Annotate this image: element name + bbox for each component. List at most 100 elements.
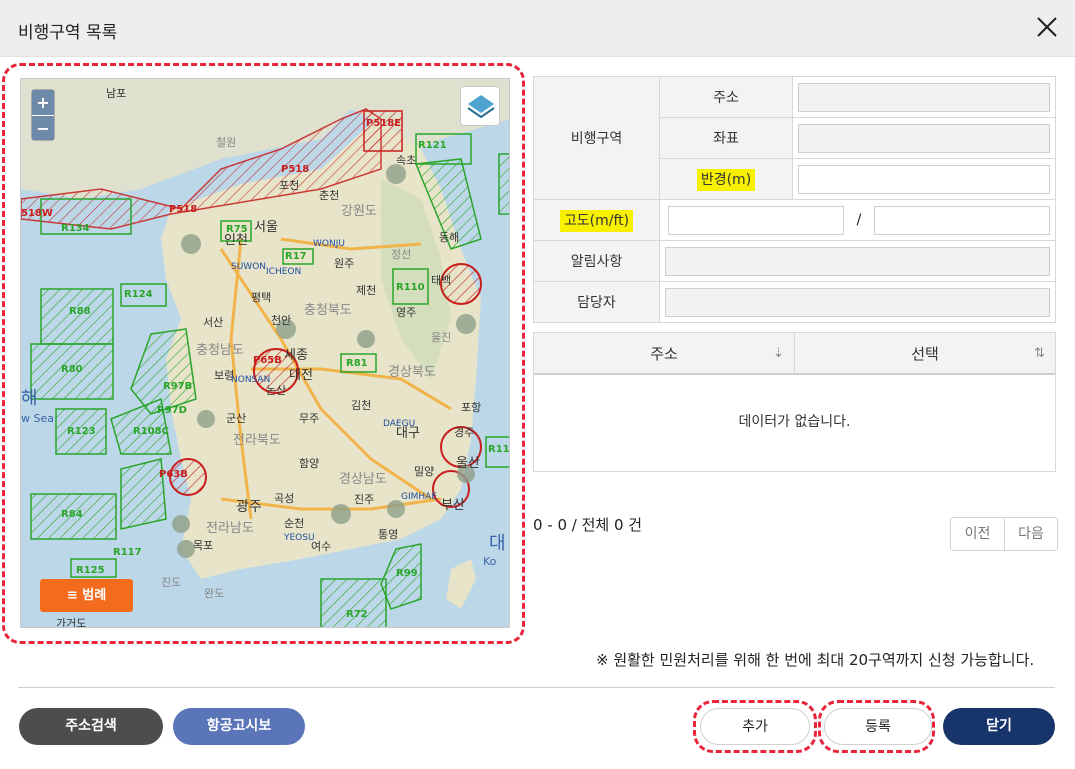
altitude-label: 고도(m/ft) (559, 210, 634, 232)
next-page-button[interactable]: 다음 (1004, 518, 1057, 550)
svg-text:인천: 인천 (224, 233, 248, 248)
svg-text:곡성: 곡성 (274, 492, 294, 505)
svg-text:경주: 경주 (454, 426, 474, 439)
column-select[interactable]: 선택 ⇅ (794, 333, 1055, 373)
zone-p518e (363, 110, 403, 152)
svg-text:R81: R81 (346, 358, 368, 369)
flight-zone-modal: 비행구역 목록 P518E R121 P518 P518 518W R134 R… (0, 0, 1075, 769)
svg-text:함양: 함양 (299, 457, 319, 470)
svg-text:R124: R124 (124, 289, 153, 300)
svg-text:P63B: P63B (159, 469, 188, 480)
register-button[interactable]: 등록 (824, 708, 932, 745)
svg-text:Ko: Ko (483, 555, 497, 568)
svg-text:R11: R11 (488, 444, 510, 455)
zoom-in-button[interactable]: + (32, 90, 54, 115)
svg-text:천안: 천안 (271, 313, 291, 327)
radius-field[interactable] (798, 164, 1050, 194)
svg-text:가거도: 가거도 (56, 617, 86, 628)
aero-notice-button[interactable]: 항공고시보 (173, 708, 305, 745)
svg-text:NONSAN: NONSAN (231, 375, 270, 385)
svg-text:해: 해 (21, 388, 38, 409)
svg-text:순천: 순천 (284, 516, 304, 530)
svg-text:원주: 원주 (334, 257, 354, 270)
svg-text:강원도: 강원도 (341, 204, 377, 219)
close-button[interactable]: 닫기 (943, 708, 1055, 745)
svg-text:군산: 군산 (226, 412, 246, 425)
svg-text:R88: R88 (69, 306, 91, 317)
svg-text:R125: R125 (76, 565, 105, 576)
flight-zone-map[interactable]: P518E R121 P518 P518 518W R134 R75 R17 R… (20, 78, 510, 628)
svg-text:포천: 포천 (279, 178, 299, 192)
zone-form: 비행구역 주소 좌표 반경(m) 고도(m/ft) / 알림사항 담당자 (533, 76, 1056, 323)
add-button[interactable]: 추가 (700, 708, 810, 745)
svg-text:P518E: P518E (366, 118, 401, 129)
prev-page-button[interactable]: 이전 (951, 518, 1004, 550)
svg-text:태백: 태백 (431, 274, 451, 287)
svg-text:충청남도: 충청남도 (196, 343, 244, 358)
svg-text:충청북도: 충청북도 (304, 303, 352, 318)
svg-text:518W: 518W (21, 208, 53, 219)
coord-field[interactable] (798, 123, 1050, 153)
sort-desc-icon[interactable]: ⇣ (773, 333, 784, 375)
result-table: 주소 ⇣ 선택 ⇅ 데이터가 없습니다. (533, 332, 1056, 472)
svg-text:대전: 대전 (289, 368, 313, 383)
svg-text:춘천: 춘천 (319, 188, 339, 202)
zone-r11-a (498, 153, 509, 215)
result-table-header: 주소 ⇣ 선택 ⇅ (534, 333, 1055, 375)
svg-text:철원: 철원 (216, 136, 236, 149)
svg-text:세종: 세종 (284, 348, 308, 363)
manager-field[interactable] (665, 287, 1050, 317)
zoom-out-button[interactable]: − (32, 115, 54, 140)
column-address[interactable]: 주소 ⇣ (534, 333, 794, 373)
altitude-separator: / (856, 212, 862, 228)
altitude-inputs: / (659, 199, 1056, 241)
jeju-island (446, 559, 476, 609)
legend-button[interactable]: ≡ 범례 (40, 579, 133, 612)
column-select-label: 선택 (911, 345, 939, 363)
layers-button[interactable] (460, 86, 500, 126)
close-icon[interactable] (1032, 12, 1062, 42)
svg-text:여수: 여수 (311, 540, 331, 553)
pagination-summary: 0 - 0 / 전체 0 건 (533, 516, 643, 534)
svg-text:논산: 논산 (266, 384, 286, 397)
svg-text:서산: 서산 (203, 316, 223, 329)
svg-text:R97B: R97B (163, 381, 192, 392)
notice-label: 알림사항 (533, 240, 660, 282)
column-address-label: 주소 (650, 345, 678, 363)
notice-field[interactable] (665, 246, 1050, 276)
svg-text:통영: 통영 (378, 528, 398, 541)
svg-text:서울: 서울 (254, 220, 278, 235)
sort-icon[interactable]: ⇅ (1034, 333, 1045, 375)
address-search-button[interactable]: 주소검색 (19, 708, 163, 745)
svg-text:전라북도: 전라북도 (233, 433, 281, 448)
svg-text:P65B: P65B (253, 355, 282, 366)
svg-text:영주: 영주 (396, 306, 416, 319)
footer-divider (18, 687, 1055, 688)
svg-text:R17: R17 (285, 251, 307, 262)
altitude-ft-field[interactable] (874, 205, 1050, 235)
address-field[interactable] (798, 82, 1050, 112)
map-canvas[interactable]: P518E R121 P518 P518 518W R134 R75 R17 R… (21, 79, 510, 628)
svg-text:ICHEON: ICHEON (266, 267, 301, 277)
manager-label: 담당자 (533, 281, 660, 323)
pagination: 이전 다음 (950, 517, 1058, 551)
svg-text:김천: 김천 (351, 398, 371, 412)
svg-text:R80: R80 (61, 364, 83, 375)
modal-header: 비행구역 목록 (0, 0, 1075, 57)
svg-text:R97D: R97D (157, 405, 187, 416)
svg-text:P518: P518 (169, 204, 197, 215)
layers-icon (467, 95, 495, 119)
svg-text:R123: R123 (67, 426, 96, 437)
svg-text:울산: 울산 (456, 456, 480, 471)
svg-text:w Sea: w Sea (21, 412, 54, 425)
altitude-m-field[interactable] (668, 205, 844, 235)
svg-text:동해: 동해 (439, 230, 459, 244)
zone-label: 비행구역 (533, 76, 660, 200)
svg-text:무주: 무주 (299, 412, 319, 425)
empty-message: 데이터가 없습니다. (738, 414, 851, 430)
modal-title: 비행구역 목록 (18, 23, 118, 43)
svg-text:진도: 진도 (161, 576, 181, 589)
svg-text:경상북도: 경상북도 (388, 365, 436, 380)
svg-text:YEOSU: YEOSU (283, 533, 315, 543)
svg-text:속초: 속초 (396, 154, 416, 167)
